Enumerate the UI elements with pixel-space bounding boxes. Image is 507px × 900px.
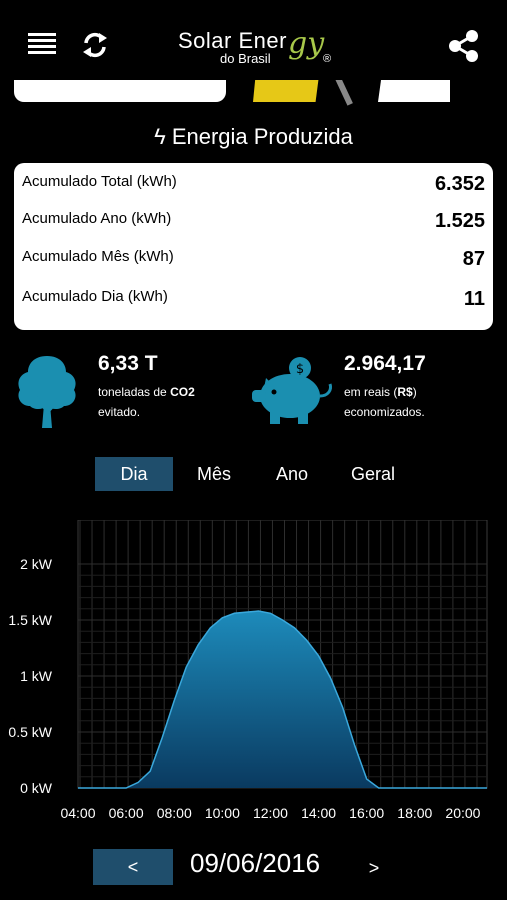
tab-geral[interactable]: Geral xyxy=(335,457,411,491)
piggy-bank-icon: $ xyxy=(252,357,332,424)
chart-y-tick-label: 2 kW xyxy=(20,556,53,572)
savings-caption-line2: economizados. xyxy=(344,405,425,419)
menu-icon[interactable] xyxy=(28,33,56,57)
refresh-icon[interactable] xyxy=(80,30,110,60)
co2-value: 6,33 T xyxy=(98,352,158,375)
co2-caption: toneladas de CO2 evitado. xyxy=(98,382,195,422)
energy-row-year: Acumulado Ano (kWh) 1.525 xyxy=(22,210,485,240)
savings-value: 2.964,17 xyxy=(344,352,426,375)
svg-text:$: $ xyxy=(296,362,304,377)
savings-caption: em reais (R$) economizados. xyxy=(344,382,425,422)
energy-value: 6.352 xyxy=(434,173,485,195)
chart-x-tick-label: 04:00 xyxy=(60,805,95,821)
app-logo: Solar Ener gy ® do Brasil xyxy=(178,26,338,74)
chart-x-tick-label: 20:00 xyxy=(445,805,480,821)
chart-x-tick-label: 06:00 xyxy=(109,805,144,821)
next-day-button[interactable]: > xyxy=(362,856,386,880)
co2-caption-text: toneladas de xyxy=(98,385,171,399)
energy-summary-card: Acumulado Total (kWh) 6.352 Acumulado An… xyxy=(14,163,493,330)
tree-icon xyxy=(18,356,76,428)
savings-stat: $ 2.964,17 em reais (R$) economizados. xyxy=(252,350,502,430)
savings-caption-text: em reais ( xyxy=(344,385,398,399)
current-date: 09/06/2016 xyxy=(190,848,321,878)
chart-x-tick-label: 16:00 xyxy=(349,805,384,821)
share-icon[interactable] xyxy=(446,28,482,64)
chart-y-tick-label: 0.5 kW xyxy=(8,724,52,740)
energy-label: Acumulado Ano (kWh) xyxy=(22,210,172,227)
energy-row-total: Acumulado Total (kWh) 6.352 xyxy=(22,173,485,203)
savings-caption-close: ) xyxy=(412,385,417,399)
chart-y-tick-label: 1 kW xyxy=(20,668,53,684)
chart-x-tick-label: 18:00 xyxy=(397,805,432,821)
energy-row-day: Acumulado Dia (kWh) 11 xyxy=(22,288,485,318)
tab-ano[interactable]: Ano xyxy=(255,457,329,491)
chart-y-tick-label: 0 kW xyxy=(20,780,53,796)
energy-value: 11 xyxy=(463,288,485,310)
energy-value: 87 xyxy=(462,248,485,270)
lightning-icon: ϟ xyxy=(154,124,166,149)
power-chart: 2 kW 1.5 kW 1 kW 0.5 kW 0 kW 04:00 06:00 08:00 1… xyxy=(8,520,488,821)
previous-day-button[interactable]: < xyxy=(93,849,173,885)
energy-value: 1.525 xyxy=(434,210,485,232)
chart-y-tick-label: 1.5 kW xyxy=(8,612,52,628)
energy-label: Acumulado Dia (kWh) xyxy=(22,288,168,305)
chart-x-tick-label: 14:00 xyxy=(301,805,336,821)
chart-x-tick-label: 08:00 xyxy=(157,805,192,821)
logo-script-text: gy xyxy=(288,26,325,61)
logo-registered-mark: ® xyxy=(323,53,332,65)
tab-dia[interactable]: Dia xyxy=(95,457,173,491)
logo-sub-text: do Brasil xyxy=(220,51,271,66)
chart-x-tick-label: 10:00 xyxy=(205,805,240,821)
section-title: ϟ Energia Produzida xyxy=(0,124,507,150)
savings-caption-currency: R$ xyxy=(397,385,413,399)
energy-label: Acumulado Mês (kWh) xyxy=(22,248,174,265)
chart-x-tick-label: 12:00 xyxy=(253,805,288,821)
energy-label: Acumulado Total (kWh) xyxy=(22,173,177,190)
co2-caption-unit: CO2 xyxy=(170,385,195,399)
co2-caption-line2: evitado. xyxy=(98,405,141,419)
top-bar: Solar Ener gy ® do Brasil xyxy=(0,0,507,80)
section-title-text: Energia Produzida xyxy=(171,124,353,149)
energy-row-month: Acumulado Mês (kWh) 87 xyxy=(22,248,485,278)
tab-mes[interactable]: Mês xyxy=(175,457,253,491)
co2-stat: 6,33 T toneladas de CO2 evitado. xyxy=(14,350,244,430)
